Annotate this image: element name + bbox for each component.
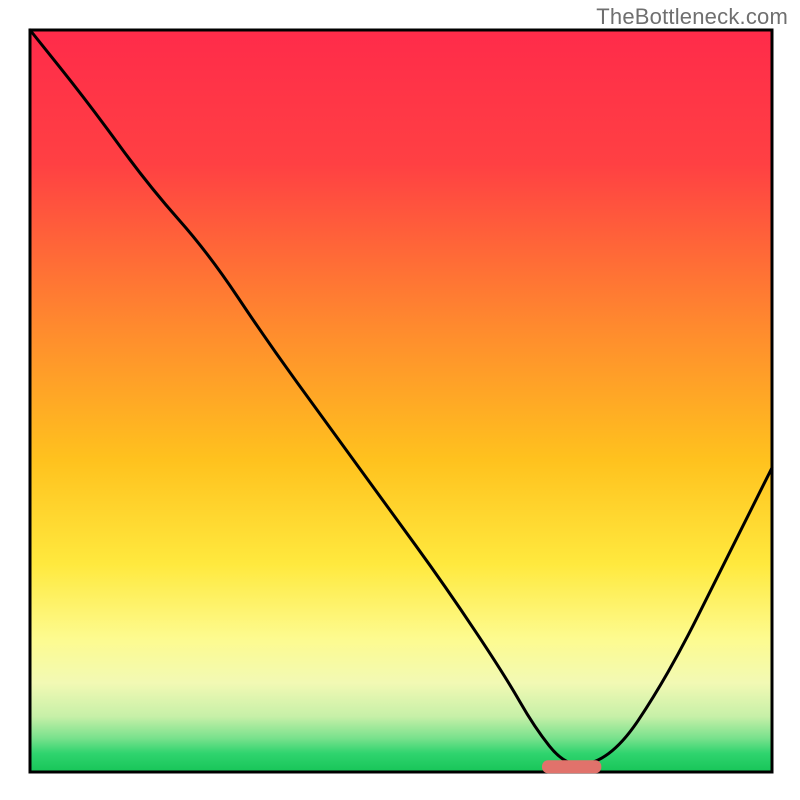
bottleneck-chart (0, 0, 800, 800)
chart-container: TheBottleneck.com (0, 0, 800, 800)
optimal-range-marker (542, 760, 601, 773)
plot-gradient-background (30, 30, 772, 772)
watermark-text: TheBottleneck.com (596, 4, 788, 30)
